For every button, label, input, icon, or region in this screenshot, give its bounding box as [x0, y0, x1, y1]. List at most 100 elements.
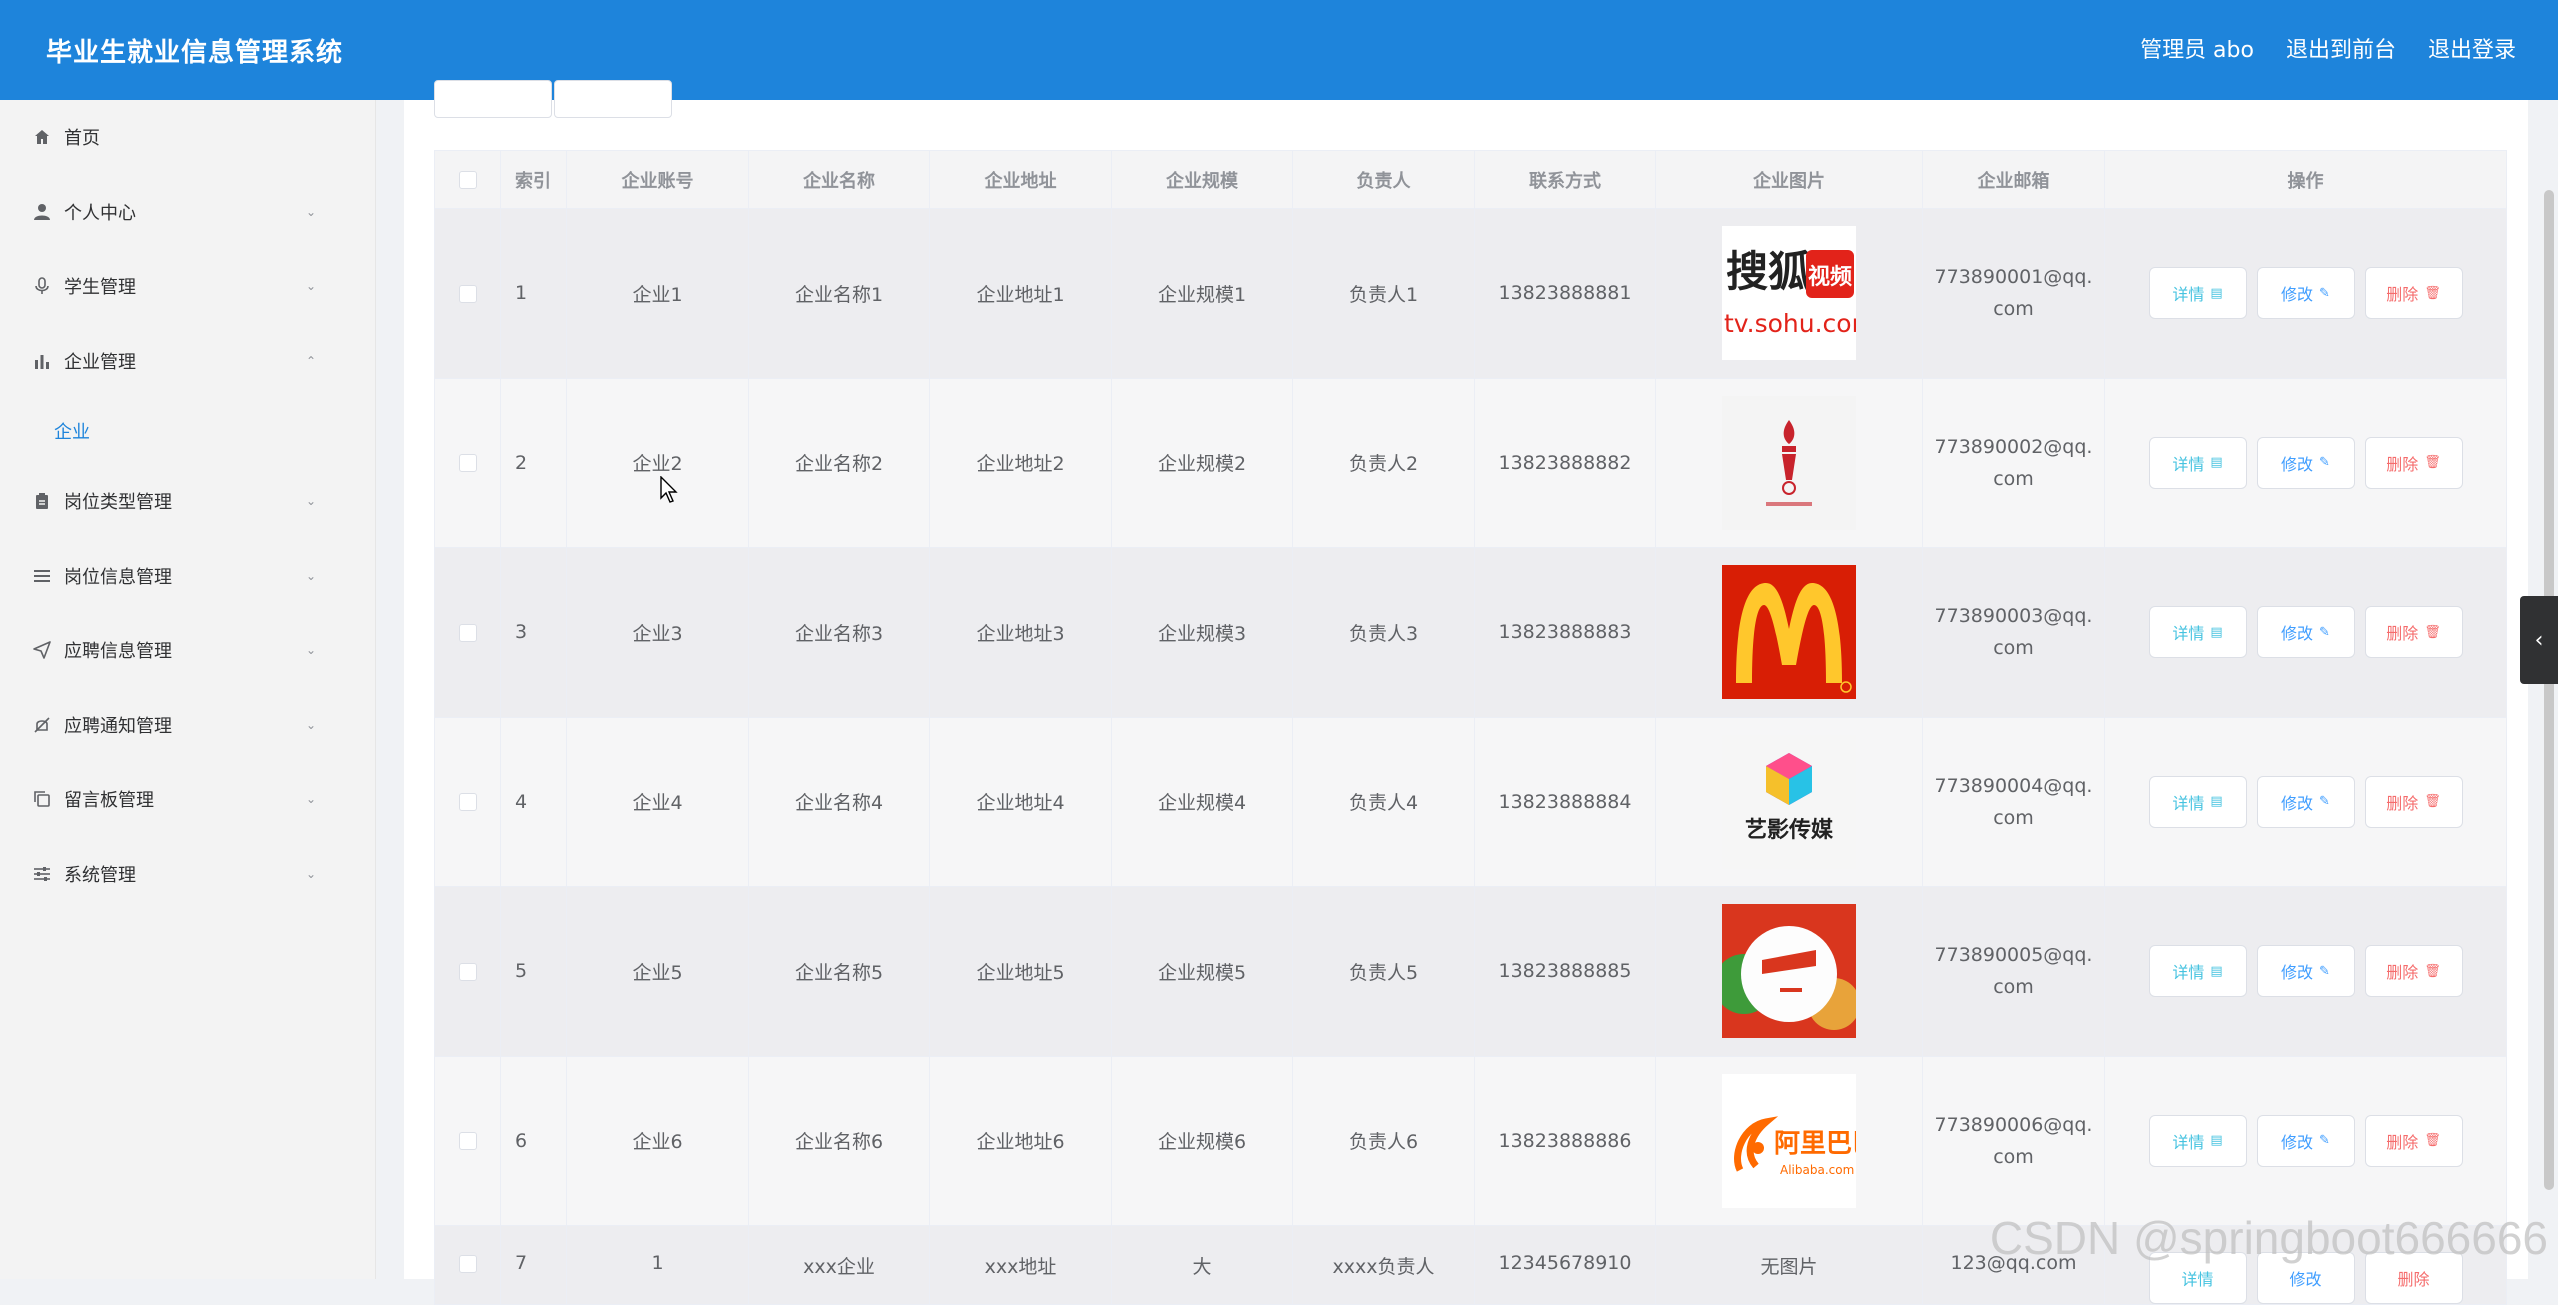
sidebar-subitem-company[interactable]: 企业 [0, 398, 375, 464]
sohu-logo: 搜狐 视频 tv.sohu.com [1722, 226, 1856, 360]
edit-button[interactable]: 修改✎ [2257, 437, 2355, 489]
cell-index: 5 [501, 887, 567, 1057]
chevron-down-icon: ⌄ [305, 644, 317, 656]
logout-link[interactable]: 退出登录 [2428, 32, 2516, 64]
cell-scale: 企业规模4 [1112, 717, 1293, 887]
cell-scale: 企业规模3 [1112, 548, 1293, 718]
cell-phone: 13823888881 [1475, 209, 1656, 379]
list-icon [32, 566, 52, 586]
cell-phone: 13823888883 [1475, 548, 1656, 718]
cell-person: 负责人5 [1293, 887, 1475, 1057]
cell-account: 企业4 [567, 717, 749, 887]
detail-button[interactable]: 详情▤ [2149, 1115, 2247, 1167]
edit-button[interactable]: 修改✎ [2257, 267, 2355, 319]
pencil-icon: ✎ [2319, 455, 2330, 470]
cell-email: 773890004@qq.com [1923, 717, 2105, 887]
trash-icon: 🗑 [2424, 286, 2441, 301]
chevron-down-icon: ⌄ [305, 280, 317, 292]
cell-name: 企业名称5 [749, 887, 930, 1057]
table-row: 1 企业1 企业名称1 企业地址1 企业规模1 负责人1 13823888881… [435, 209, 2507, 379]
toolbar [434, 80, 672, 118]
edit-button[interactable]: 修改✎ [2257, 1115, 2355, 1167]
trash-icon: 🗑 [2424, 964, 2441, 979]
cell-person: 负责人1 [1293, 209, 1475, 379]
cell-image: 搜狐 视频 tv.sohu.com [1656, 209, 1923, 379]
cell-address: 企业地址3 [930, 548, 1112, 718]
edit-button[interactable]: 修改✎ [2257, 776, 2355, 828]
sidebar-item-notices[interactable]: 应聘通知管理 ⌄ [0, 688, 375, 763]
detail-button[interactable]: 详情▤ [2149, 437, 2247, 489]
doc-icon: ▤ [2210, 625, 2222, 640]
cell-name: 企业名称3 [749, 548, 930, 718]
toolbar-button[interactable] [554, 80, 672, 118]
trash-icon: 🗑 [2424, 455, 2441, 470]
sidebar-item-personal[interactable]: 个人中心 ⌄ [0, 175, 375, 250]
app-title: 毕业生就业信息管理系统 [46, 32, 343, 69]
doc-icon: ▤ [2210, 1133, 2222, 1148]
cell-address: 企业地址5 [930, 887, 1112, 1057]
delete-button[interactable]: 删除🗑 [2365, 945, 2463, 997]
sidebar-item-job-info[interactable]: 岗位信息管理 ⌄ [0, 539, 375, 614]
detail-button[interactable]: 详情▤ [2149, 776, 2247, 828]
cell-name: 企业名称6 [749, 1056, 930, 1226]
col-header: 企业名称 [749, 151, 930, 209]
detail-button[interactable]: 详情▤ [2149, 606, 2247, 658]
cell-name: xxx企业 [749, 1226, 930, 1305]
exit-to-front-link[interactable]: 退出到前台 [2286, 32, 2396, 64]
row-checkbox[interactable] [435, 1226, 501, 1305]
yiying-text: 艺影传媒 [1745, 817, 1834, 843]
watermark: CSDN @springboot666666 [1990, 1211, 2548, 1265]
delete-button[interactable]: 删除🗑 [2365, 437, 2463, 489]
col-header: 索引 [501, 151, 567, 209]
row-checkbox[interactable] [435, 717, 501, 887]
pizza-logo [1722, 904, 1856, 1038]
cell-address: 企业地址2 [930, 378, 1112, 548]
cell-account: 企业2 [567, 378, 749, 548]
pencil-icon: ✎ [2319, 1133, 2330, 1148]
sidebar-item-home[interactable]: 首页 [0, 100, 375, 175]
edit-button[interactable]: 修改✎ [2257, 606, 2355, 658]
top-header: 毕业生就业信息管理系统 管理员 abo 退出到前台 退出登录 [0, 0, 2558, 100]
page-scrollbar[interactable] [2544, 190, 2554, 1190]
cell-email: 773890002@qq.com [1923, 378, 2105, 548]
side-drawer-toggle[interactable]: ‹ [2520, 596, 2558, 684]
user-icon [32, 202, 52, 222]
toolbar-button[interactable] [434, 80, 552, 118]
sidebar-item-job-types[interactable]: 岗位类型管理 ⌄ [0, 464, 375, 539]
sidebar-item-students[interactable]: 学生管理 ⌄ [0, 249, 375, 324]
table-row: 4 企业4 企业名称4 企业地址4 企业规模4 负责人4 13823888884 [435, 717, 2507, 887]
row-checkbox[interactable] [435, 548, 501, 718]
cell-image [1656, 887, 1923, 1057]
delete-button[interactable]: 删除🗑 [2365, 776, 2463, 828]
sidebar-item-applications[interactable]: 应聘信息管理 ⌄ [0, 613, 375, 688]
sidebar: 首页 个人中心 ⌄ 学生管理 ⌄ 企业管理 ⌃ 企业 岗位类型管理 ⌄ 岗位信息… [0, 100, 376, 1279]
trash-icon: 🗑 [2424, 794, 2441, 809]
col-header: 企业账号 [567, 151, 749, 209]
row-checkbox[interactable] [435, 209, 501, 379]
cell-actions: 详情▤ 修改✎ 删除🗑 [2105, 1056, 2507, 1226]
delete-button[interactable]: 删除🗑 [2365, 1115, 2463, 1167]
row-checkbox[interactable] [435, 887, 501, 1057]
row-checkbox[interactable] [435, 378, 501, 548]
bar-chart-icon [32, 351, 52, 371]
delete-button[interactable]: 删除🗑 [2365, 606, 2463, 658]
sidebar-item-message-board[interactable]: 留言板管理 ⌄ [0, 762, 375, 837]
sidebar-item-company[interactable]: 企业管理 ⌃ [0, 324, 375, 399]
trash-icon: 🗑 [2424, 625, 2441, 640]
delete-button[interactable]: 删除🗑 [2365, 267, 2463, 319]
mcdonalds-logo [1722, 565, 1856, 699]
detail-button[interactable]: 详情▤ [2149, 945, 2247, 997]
chevron-down-icon: ⌄ [305, 495, 317, 507]
row-checkbox[interactable] [435, 1056, 501, 1226]
col-header: 企业图片 [1656, 151, 1923, 209]
sliders-icon [32, 864, 52, 884]
detail-button[interactable]: 详情▤ [2149, 267, 2247, 319]
alibaba-logo: 阿里巴巴 Alibaba.com [1722, 1074, 1856, 1208]
doc-icon: ▤ [2210, 964, 2222, 979]
edit-button[interactable]: 修改✎ [2257, 945, 2355, 997]
sidebar-item-system[interactable]: 系统管理 ⌄ [0, 837, 375, 912]
clipboard-icon [32, 491, 52, 511]
select-all-checkbox[interactable] [435, 151, 501, 209]
table-header-row: 索引 企业账号 企业名称 企业地址 企业规模 负责人 联系方式 企业图片 企业邮… [435, 151, 2507, 209]
torch-logo [1722, 396, 1856, 530]
